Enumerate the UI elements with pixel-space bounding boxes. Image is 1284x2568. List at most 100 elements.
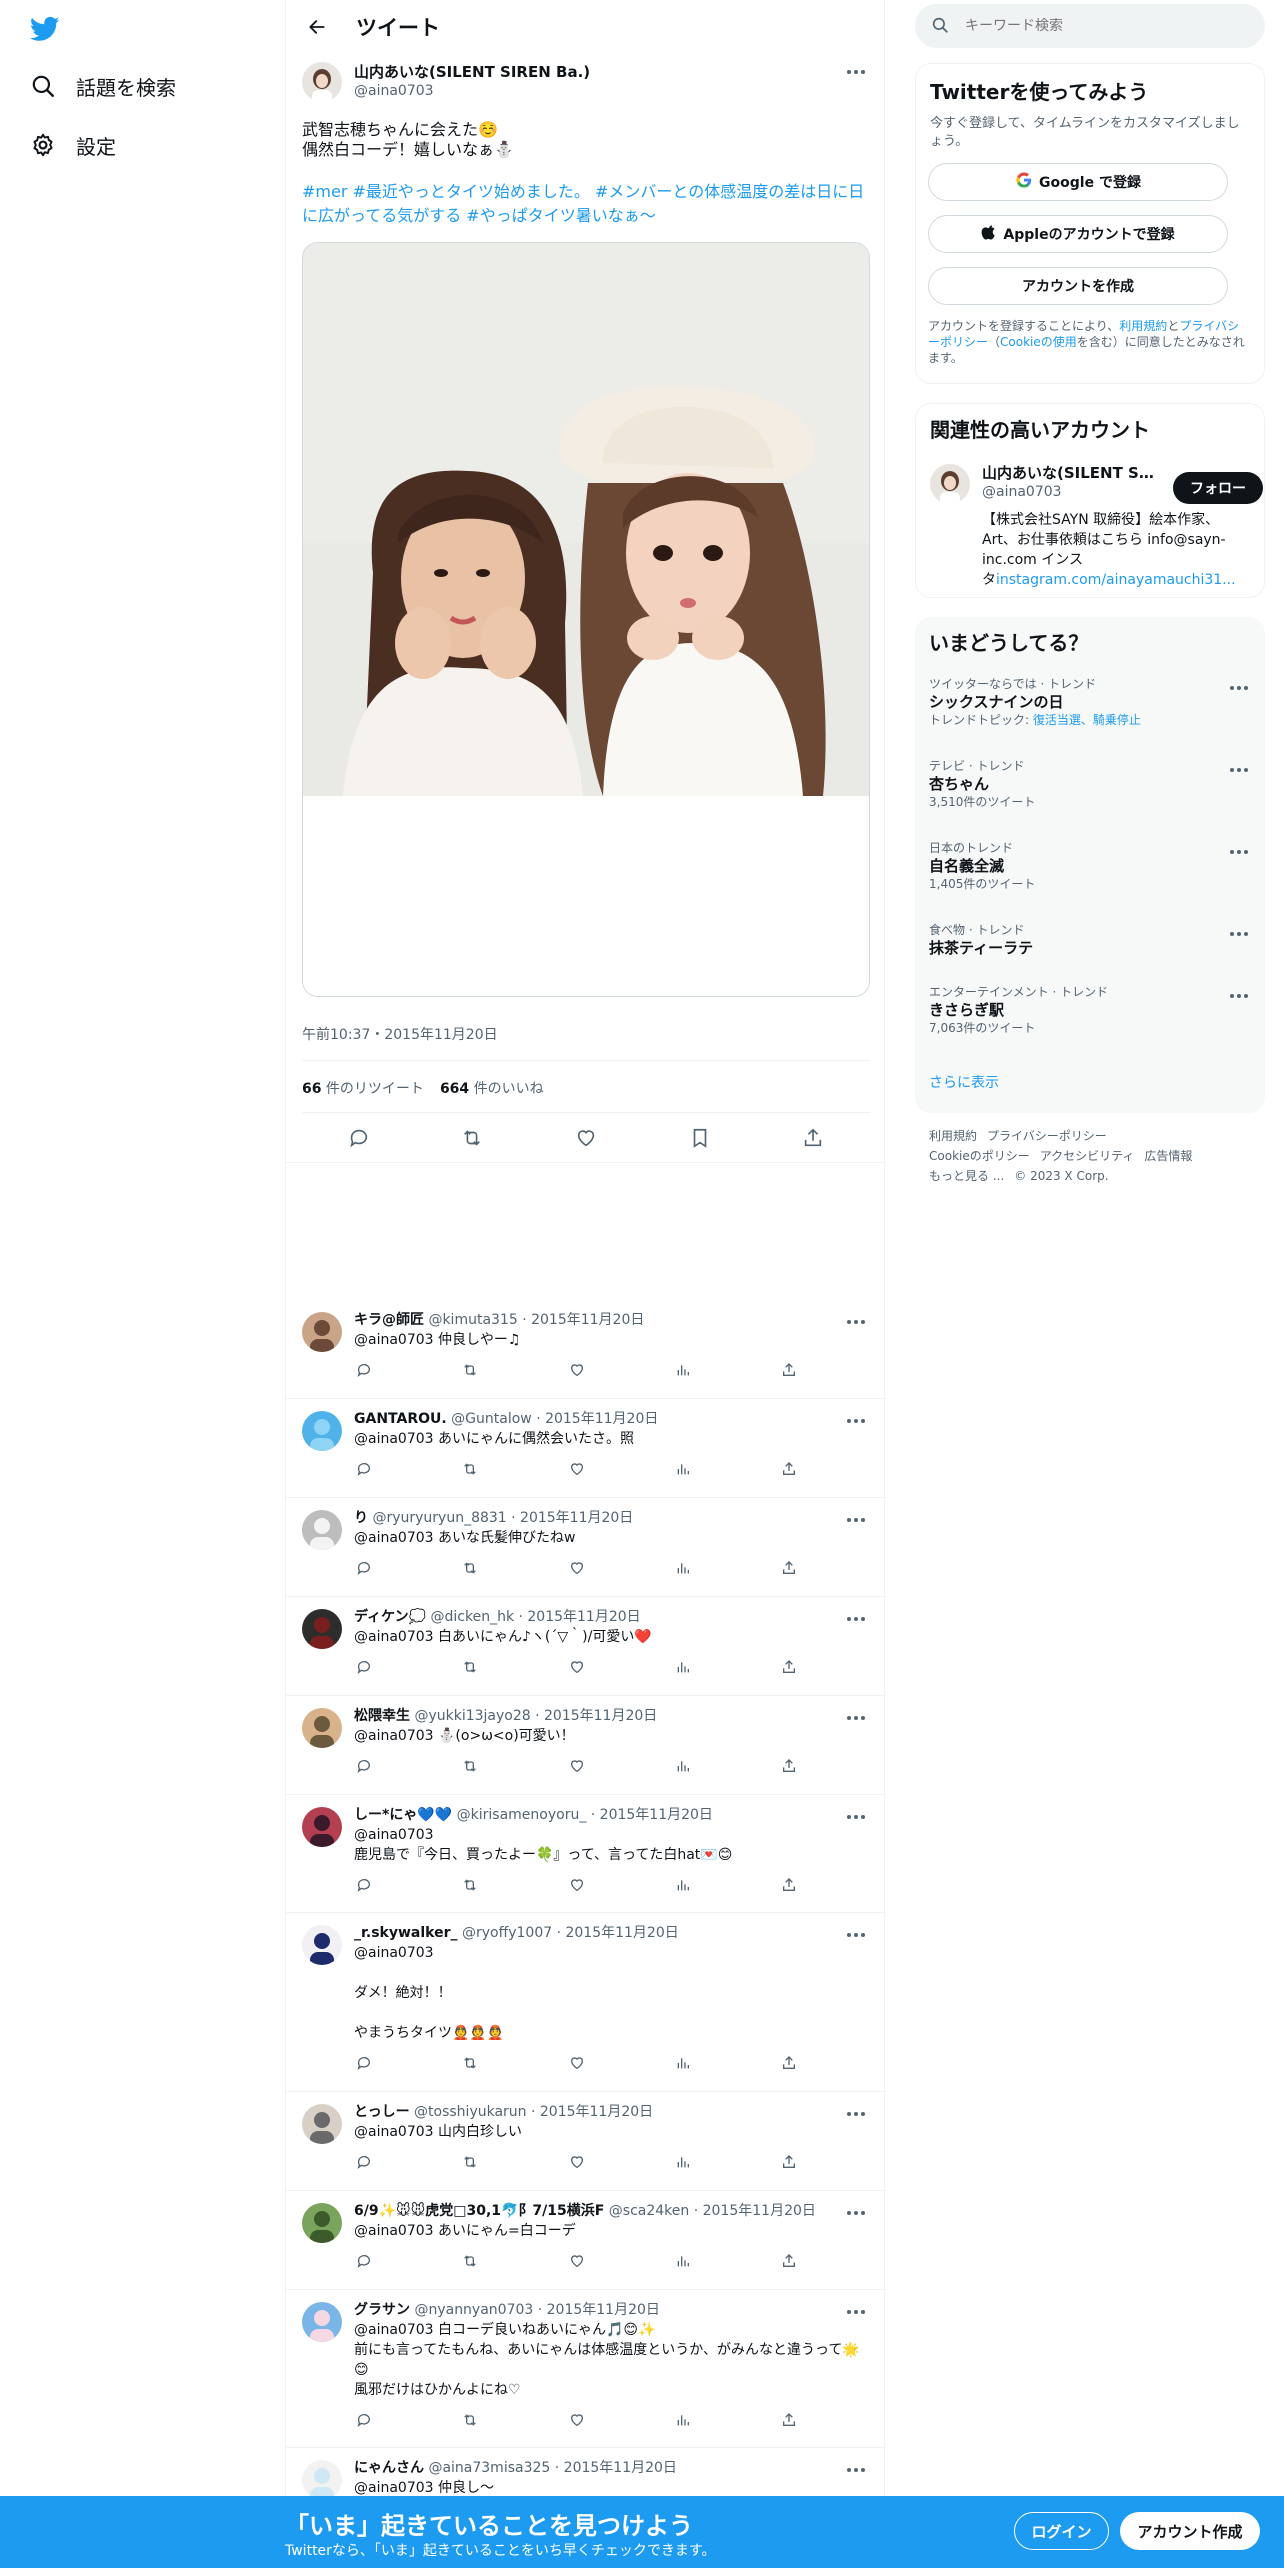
- reply-tweet[interactable]: 松隈幸生 @yukki13jayo28 · 2015年11月20日 @aina07…: [286, 1696, 886, 1795]
- footer-link[interactable]: Cookieのポリシー: [929, 1149, 1030, 1163]
- trend-item[interactable]: ツイッターならでは · トレンド シックスナインの日 トレンドトピック: 復活当選、…: [929, 676, 1251, 728]
- reply-author-name[interactable]: しー*にゃ💙💙: [354, 1807, 452, 1823]
- footer-link[interactable]: アクセシビリティ: [1040, 1149, 1135, 1163]
- related-account-username[interactable]: @aina0703: [982, 484, 1062, 500]
- reply-icon[interactable]: [354, 1459, 374, 1479]
- share-icon[interactable]: [779, 2053, 799, 2073]
- bio-link[interactable]: instagram.com/ainayamauchi31...: [996, 572, 1236, 588]
- views-icon[interactable]: [673, 2251, 693, 2271]
- views-icon[interactable]: [673, 2410, 693, 2430]
- related-account-name[interactable]: 山内あいな(SILENT SIREN Ba.): [982, 462, 1157, 483]
- reply-author-name[interactable]: 6/9✨🐭🐭虎党□30,1🐬阝7/15横浜F: [354, 2203, 604, 2219]
- tweet-photo[interactable]: [302, 242, 870, 997]
- reply-tweet[interactable]: しー*にゃ💙💙 @kirisamenoyoru_ · 2015年11月20日 @a…: [286, 1795, 886, 1913]
- views-icon[interactable]: [673, 1459, 693, 1479]
- avatar[interactable]: [302, 2302, 342, 2342]
- reply-icon[interactable]: [354, 2053, 374, 2073]
- search-box[interactable]: [915, 4, 1265, 48]
- reply-tweet[interactable]: とっしー @tosshiyukarun · 2015年11月20日 @aina07…: [286, 2092, 886, 2191]
- reply-tweet[interactable]: GANTAROU. @Guntalow · 2015年11月20日 @aina07…: [286, 1399, 886, 1498]
- share-icon[interactable]: [779, 1756, 799, 1776]
- footer-link[interactable]: 広告情報: [1144, 1149, 1192, 1163]
- share-icon[interactable]: [779, 2152, 799, 2172]
- avatar[interactable]: [302, 2203, 342, 2243]
- retweet-icon[interactable]: [460, 2251, 480, 2271]
- retweet-icon[interactable]: [460, 1875, 480, 1895]
- share-icon[interactable]: [779, 2410, 799, 2430]
- tweet-hashtags[interactable]: #mer #最近やっとタイツ始めました。 #メンバーとの体感温度の差は日に日に広…: [302, 180, 870, 228]
- terms-link[interactable]: 利用規約: [1119, 319, 1167, 333]
- avatar[interactable]: [302, 1708, 342, 1748]
- login-button[interactable]: ログイン: [1014, 2512, 1109, 2550]
- like-icon[interactable]: [567, 1756, 587, 1776]
- tweet-author-username[interactable]: @aina0703: [354, 82, 842, 100]
- twitter-bird-icon[interactable]: [28, 14, 62, 44]
- reply-icon[interactable]: [342, 1121, 376, 1155]
- search-input[interactable]: [965, 18, 1245, 34]
- reply-tweet[interactable]: 6/9✨🐭🐭虎党□30,1🐬阝7/15横浜F @sca24ken · 2015年…: [286, 2191, 886, 2290]
- reply-meta[interactable]: @aina73misa325 · 2015年11月20日: [424, 2460, 676, 2476]
- reply-meta[interactable]: @nyannyan0703 · 2015年11月20日: [410, 2302, 659, 2318]
- nav-explore[interactable]: 話題を検索: [28, 66, 176, 106]
- reply-author-name[interactable]: り: [354, 1510, 368, 1526]
- like-icon[interactable]: [567, 2251, 587, 2271]
- back-arrow-icon[interactable]: [300, 10, 334, 44]
- share-icon[interactable]: [796, 1121, 830, 1155]
- retweet-icon[interactable]: [460, 1360, 480, 1380]
- trend-item[interactable]: エンターテインメント · トレンド きさらぎ駅 7,063件のツイート: [929, 984, 1251, 1036]
- reply-author-name[interactable]: ディケン💭: [354, 1609, 426, 1625]
- trend-name[interactable]: シックスナインの日: [929, 692, 1251, 712]
- reply-author-name[interactable]: 松隈幸生: [354, 1708, 410, 1724]
- nav-settings[interactable]: 設定: [28, 125, 116, 165]
- reply-tweet[interactable]: _r.skywalker_ @ryoffy1007 · 2015年11月20日 @…: [286, 1913, 886, 2092]
- reply-icon[interactable]: [354, 1360, 374, 1380]
- reply-icon[interactable]: [354, 1875, 374, 1895]
- trend-name[interactable]: 抹茶ティーラテ: [929, 938, 1251, 958]
- footer-link[interactable]: もっと見る ...: [929, 1169, 1004, 1183]
- more-icon[interactable]: [1225, 842, 1253, 862]
- share-icon[interactable]: [779, 2251, 799, 2271]
- google-signup-button[interactable]: Google で登録: [928, 163, 1228, 201]
- like-icon[interactable]: [567, 2410, 587, 2430]
- trend-item[interactable]: テレビ · トレンド 杏ちゃん 3,510件のツイート: [929, 758, 1251, 810]
- signup-button[interactable]: アカウント作成: [1120, 2512, 1260, 2550]
- retweet-icon[interactable]: [460, 1558, 480, 1578]
- reply-author-name[interactable]: GANTAROU.: [354, 1411, 447, 1427]
- like-icon[interactable]: [569, 1121, 603, 1155]
- trend-item[interactable]: 日本のトレンド 自名義全滅 1,405件のツイート: [929, 840, 1251, 892]
- share-icon[interactable]: [779, 1657, 799, 1677]
- bookmark-icon[interactable]: [683, 1121, 717, 1155]
- footer-link[interactable]: 利用規約: [929, 1129, 977, 1143]
- like-icon[interactable]: [567, 1657, 587, 1677]
- share-icon[interactable]: [779, 1459, 799, 1479]
- like-icon[interactable]: [567, 1558, 587, 1578]
- like-icon[interactable]: [567, 1360, 587, 1380]
- cookie-link[interactable]: Cookieの使用: [1000, 335, 1077, 349]
- views-icon[interactable]: [673, 1875, 693, 1895]
- avatar[interactable]: [302, 1609, 342, 1649]
- more-icon[interactable]: [1225, 678, 1253, 698]
- reply-meta[interactable]: @ryoffy1007 · 2015年11月20日: [458, 1925, 679, 1941]
- views-icon[interactable]: [673, 2053, 693, 2073]
- avatar[interactable]: [302, 1510, 342, 1550]
- reply-author-name[interactable]: とっしー: [354, 2104, 410, 2120]
- more-icon[interactable]: [1225, 760, 1253, 780]
- reply-meta[interactable]: @yukki13jayo28 · 2015年11月20日: [410, 1708, 657, 1724]
- retweet-icon[interactable]: [455, 1121, 489, 1155]
- reply-author-name[interactable]: キラ@師匠: [354, 1312, 424, 1328]
- reply-tweet[interactable]: ディケン💭 @dicken_hk · 2015年11月20日 @aina0703 …: [286, 1597, 886, 1696]
- views-icon[interactable]: [673, 1360, 693, 1380]
- views-icon[interactable]: [673, 2152, 693, 2172]
- more-icon[interactable]: [842, 62, 870, 82]
- trend-item[interactable]: 食べ物 · トレンド 抹茶ティーラテ: [929, 922, 1251, 958]
- reply-icon[interactable]: [354, 1558, 374, 1578]
- show-more-link[interactable]: さらに表示: [929, 1072, 999, 1092]
- reply-meta[interactable]: @sca24ken · 2015年11月20日: [604, 2203, 816, 2219]
- avatar[interactable]: [302, 1925, 342, 1965]
- avatar[interactable]: [302, 1312, 342, 1352]
- reply-icon[interactable]: [354, 2410, 374, 2430]
- apple-signup-button[interactable]: Appleのアカウントで登録: [928, 215, 1228, 253]
- avatar[interactable]: [930, 464, 970, 504]
- trend-name[interactable]: 杏ちゃん: [929, 774, 1251, 794]
- trend-name[interactable]: 自名義全滅: [929, 856, 1251, 876]
